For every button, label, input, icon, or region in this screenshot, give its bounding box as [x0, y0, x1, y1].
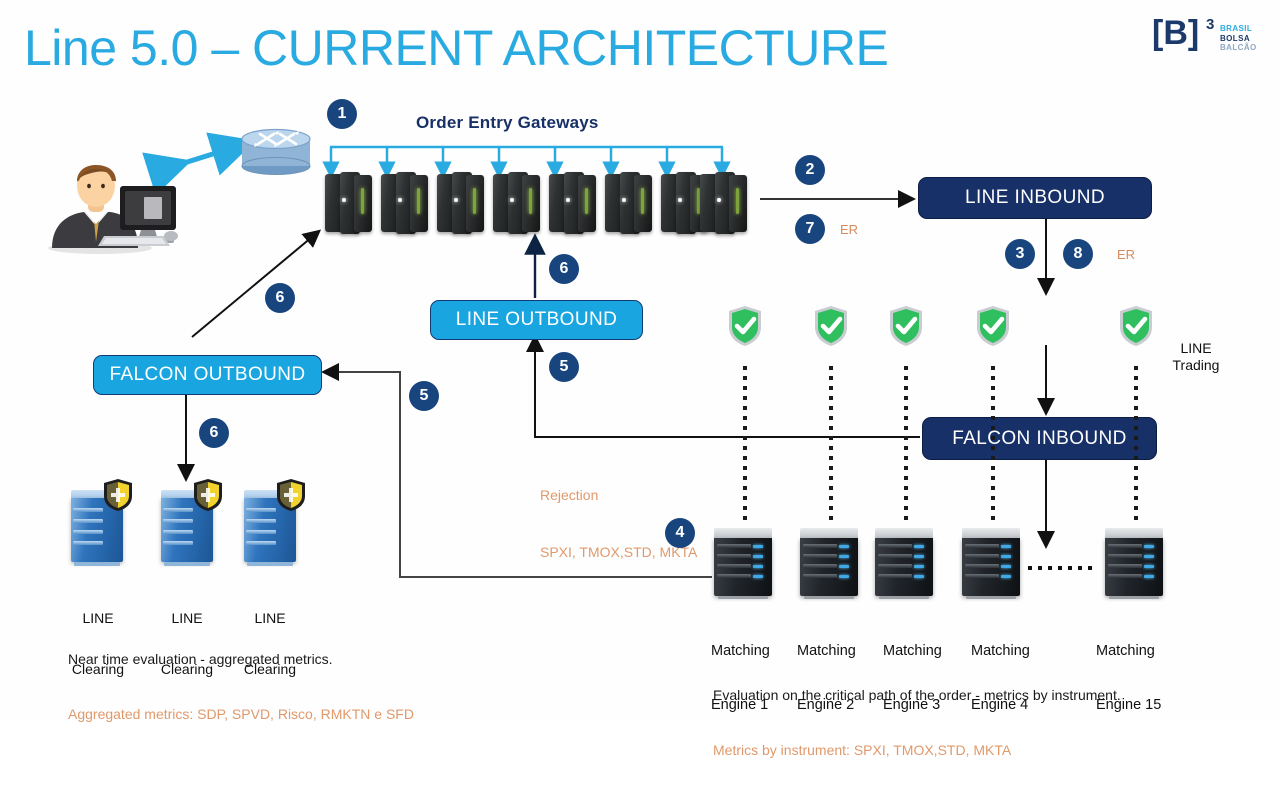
er-label-8: ER [1117, 247, 1136, 262]
matching-engine-rack [960, 528, 1022, 600]
path-falcon-inbound-to-line-outbound [526, 334, 920, 437]
slide-canvas: Line 5.0 – CURRENT ARCHITECTURE [B] 3 BR… [0, 0, 1280, 758]
router-icon [234, 122, 318, 176]
shield-engine-dotline [829, 366, 833, 524]
shield-engine-dotline [991, 366, 995, 524]
gateway-server [325, 172, 372, 235]
step-badge-5: 5 [549, 352, 579, 382]
security-shield-icon [813, 305, 849, 347]
gateway-server [700, 172, 747, 235]
step-badge-6: 6 [265, 283, 295, 313]
step-badge-5: 5 [409, 381, 439, 411]
clearing-note-line1: Near time evaluation - aggregated metric… [68, 651, 333, 667]
matching-engine-rack [1103, 528, 1165, 600]
line-outbound-box[interactable]: LINE OUTBOUND [430, 300, 643, 340]
step-badge-2: 2 [795, 155, 825, 185]
line-trading-label: LINE Trading [1163, 306, 1229, 408]
falcon-inbound-box[interactable]: FALCON INBOUND [922, 417, 1157, 460]
line-trading-text: LINE Trading [1172, 340, 1220, 373]
security-shield-icon [888, 305, 924, 347]
gateway-server [549, 172, 596, 235]
order-entry-gateways-label: Order Entry Gateways [416, 113, 599, 132]
step-badge-7: 7 [795, 214, 825, 244]
engine-note-line2: Metrics by instrument: SPXI, TMOX,STD, M… [713, 742, 1012, 758]
trader-workstation-icon [38, 150, 188, 255]
warning-shield-icon [276, 478, 306, 512]
shield-engine-dotline [743, 366, 747, 524]
matching-engine-rack [873, 528, 935, 600]
arrow-falcon-outbound-to-gateways [192, 229, 322, 337]
security-shield-icon [1118, 305, 1154, 347]
er-label-7: ER [840, 222, 859, 237]
engine-note-line1: Evaluation on the critical path of the o… [713, 687, 1121, 703]
engine-evaluation-note: Evaluation on the critical path of the o… [713, 650, 1121, 796]
gateway-server [605, 172, 652, 235]
step-badge-4: 4 [665, 518, 695, 548]
step-badge-6: 6 [549, 254, 579, 284]
matching-engine-rack [798, 528, 860, 600]
security-shield-icon [727, 305, 763, 347]
matching-engine-rack [712, 528, 774, 600]
gateway-server [493, 172, 540, 235]
step-badge-6: 6 [199, 418, 229, 448]
rejection-note-line1: Rejection [540, 487, 599, 503]
gateway-server [381, 172, 428, 235]
clearing-evaluation-note: Near time evaluation - aggregated metric… [68, 614, 414, 760]
gateway-server [437, 172, 484, 235]
warning-shield-icon [103, 478, 133, 512]
falcon-outbound-box[interactable]: FALCON OUTBOUND [93, 355, 322, 395]
step-badge-8: 8 [1063, 239, 1093, 269]
shield-engine-dotline [904, 366, 908, 524]
line-inbound-box[interactable]: LINE INBOUND [918, 177, 1152, 219]
step-badge-1: 1 [327, 99, 357, 129]
gateway-bus [322, 147, 731, 179]
security-shield-icon [975, 305, 1011, 347]
shield-engine-dotline [1134, 366, 1138, 524]
step-badge-3: 3 [1005, 239, 1035, 269]
clearing-note-line2: Aggregated metrics: SDP, SPVD, Risco, RM… [68, 706, 414, 722]
warning-shield-icon [193, 478, 223, 512]
